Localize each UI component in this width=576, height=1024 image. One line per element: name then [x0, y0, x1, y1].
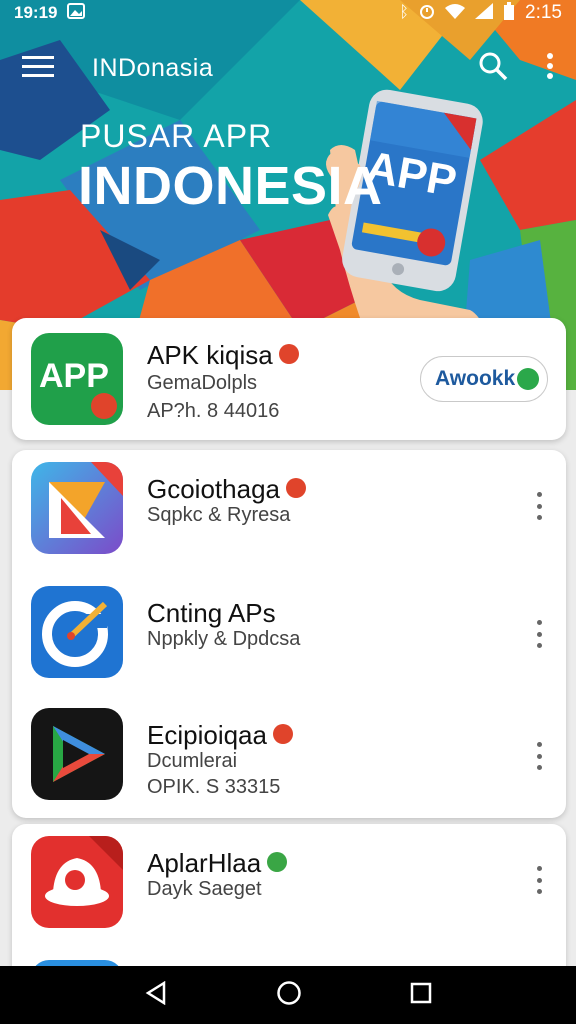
app-name-text: Gcoiothaga — [147, 474, 280, 504]
featured-app-card[interactable]: APP APK kiqisa GemaDolpls AP?h. 8 44016 … — [12, 318, 566, 440]
featured-app-name: APK kiqisa — [147, 340, 299, 371]
signal-icon — [475, 2, 494, 24]
menu-icon[interactable] — [22, 54, 54, 83]
item-more-icon[interactable] — [534, 620, 544, 648]
verified-badge-icon — [278, 344, 299, 365]
app-developer: Sqpkc & Ryresa — [147, 504, 291, 526]
list-item[interactable]: AplarHlaa Dayk Saeget — [12, 836, 566, 936]
list-item[interactable]: Ecipioiqaa Dcumlerai OPIK. S 33315 — [12, 708, 566, 808]
status-battery-time: 2:15 — [525, 2, 562, 23]
app-name: Ecipioiqaa — [147, 720, 293, 751]
app-icon-gallery — [31, 462, 123, 554]
featured-app-icon: APP — [31, 333, 123, 425]
app-title: INDonasia — [92, 53, 214, 82]
featured-app-name-text: APK kiqisa — [147, 340, 273, 370]
app-icon-hat — [31, 836, 123, 928]
app-name-text: AplarHlaa — [147, 848, 262, 878]
gallery-notification-icon — [67, 2, 86, 24]
item-more-icon[interactable] — [534, 866, 544, 894]
list-item[interactable]: Gcoiothaga Sqpkc & Ryresa — [12, 462, 566, 562]
app-icon-play — [31, 708, 123, 800]
status-time: 19:19 — [14, 3, 58, 22]
app-developer: Nppkly & Dpdcsa — [147, 628, 301, 650]
app-name: AplarHlaa — [147, 848, 288, 879]
featured-app-meta: AP?h. 8 44016 — [147, 400, 280, 422]
more-options-icon[interactable] — [546, 52, 554, 85]
list-item[interactable]: Cnting APs Nppkly & Dpdcsa — [12, 586, 566, 686]
app-meta: OPIK. S 33315 — [147, 776, 281, 798]
app-developer: Dcumlerai — [147, 750, 238, 772]
app-developer: Dayk Saeget — [147, 878, 262, 900]
recents-icon[interactable] — [410, 982, 432, 1009]
featured-app-icon-label: APP — [39, 357, 109, 395]
status-bar: 19:19 ᛒ 2:15 — [0, 0, 576, 26]
navigation-bar — [0, 966, 576, 1024]
app-name: Cnting APs — [147, 598, 276, 628]
featured-action-label: Awookk — [435, 367, 516, 390]
verified-badge-icon — [267, 852, 288, 873]
featured-app-developer: GemaDolpls — [147, 372, 258, 394]
app-name-text: Ecipioiqaa — [147, 720, 267, 750]
item-more-icon[interactable] — [534, 492, 544, 520]
banner-title: INDONESIA — [78, 156, 383, 216]
action-check-icon — [517, 368, 540, 390]
featured-app-icon-badge — [91, 393, 117, 419]
item-more-icon[interactable] — [534, 742, 544, 770]
screen: PUSAR APR INDONESIA APP 19:19 ᛒ 2:15 IND… — [0, 0, 576, 1024]
wifi-icon — [445, 3, 466, 24]
bluetooth-icon: ᛒ — [399, 4, 410, 21]
home-icon[interactable] — [276, 980, 302, 1011]
battery-icon — [503, 1, 515, 25]
banner-subtitle: PUSAR APR — [80, 118, 273, 154]
featured-action-button[interactable]: Awookk — [420, 356, 548, 402]
verified-badge-icon — [272, 724, 293, 745]
back-icon[interactable] — [144, 980, 168, 1010]
app-name: Gcoiothaga — [147, 474, 306, 505]
app-list-card: Gcoiothaga Sqpkc & Ryresa Cnting APs Npp… — [12, 450, 566, 818]
app-icon-target — [31, 586, 123, 678]
verified-badge-icon — [285, 478, 306, 499]
app-bar: INDonasia — [0, 40, 576, 96]
alarm-icon — [419, 3, 435, 24]
search-icon[interactable] — [478, 51, 508, 86]
